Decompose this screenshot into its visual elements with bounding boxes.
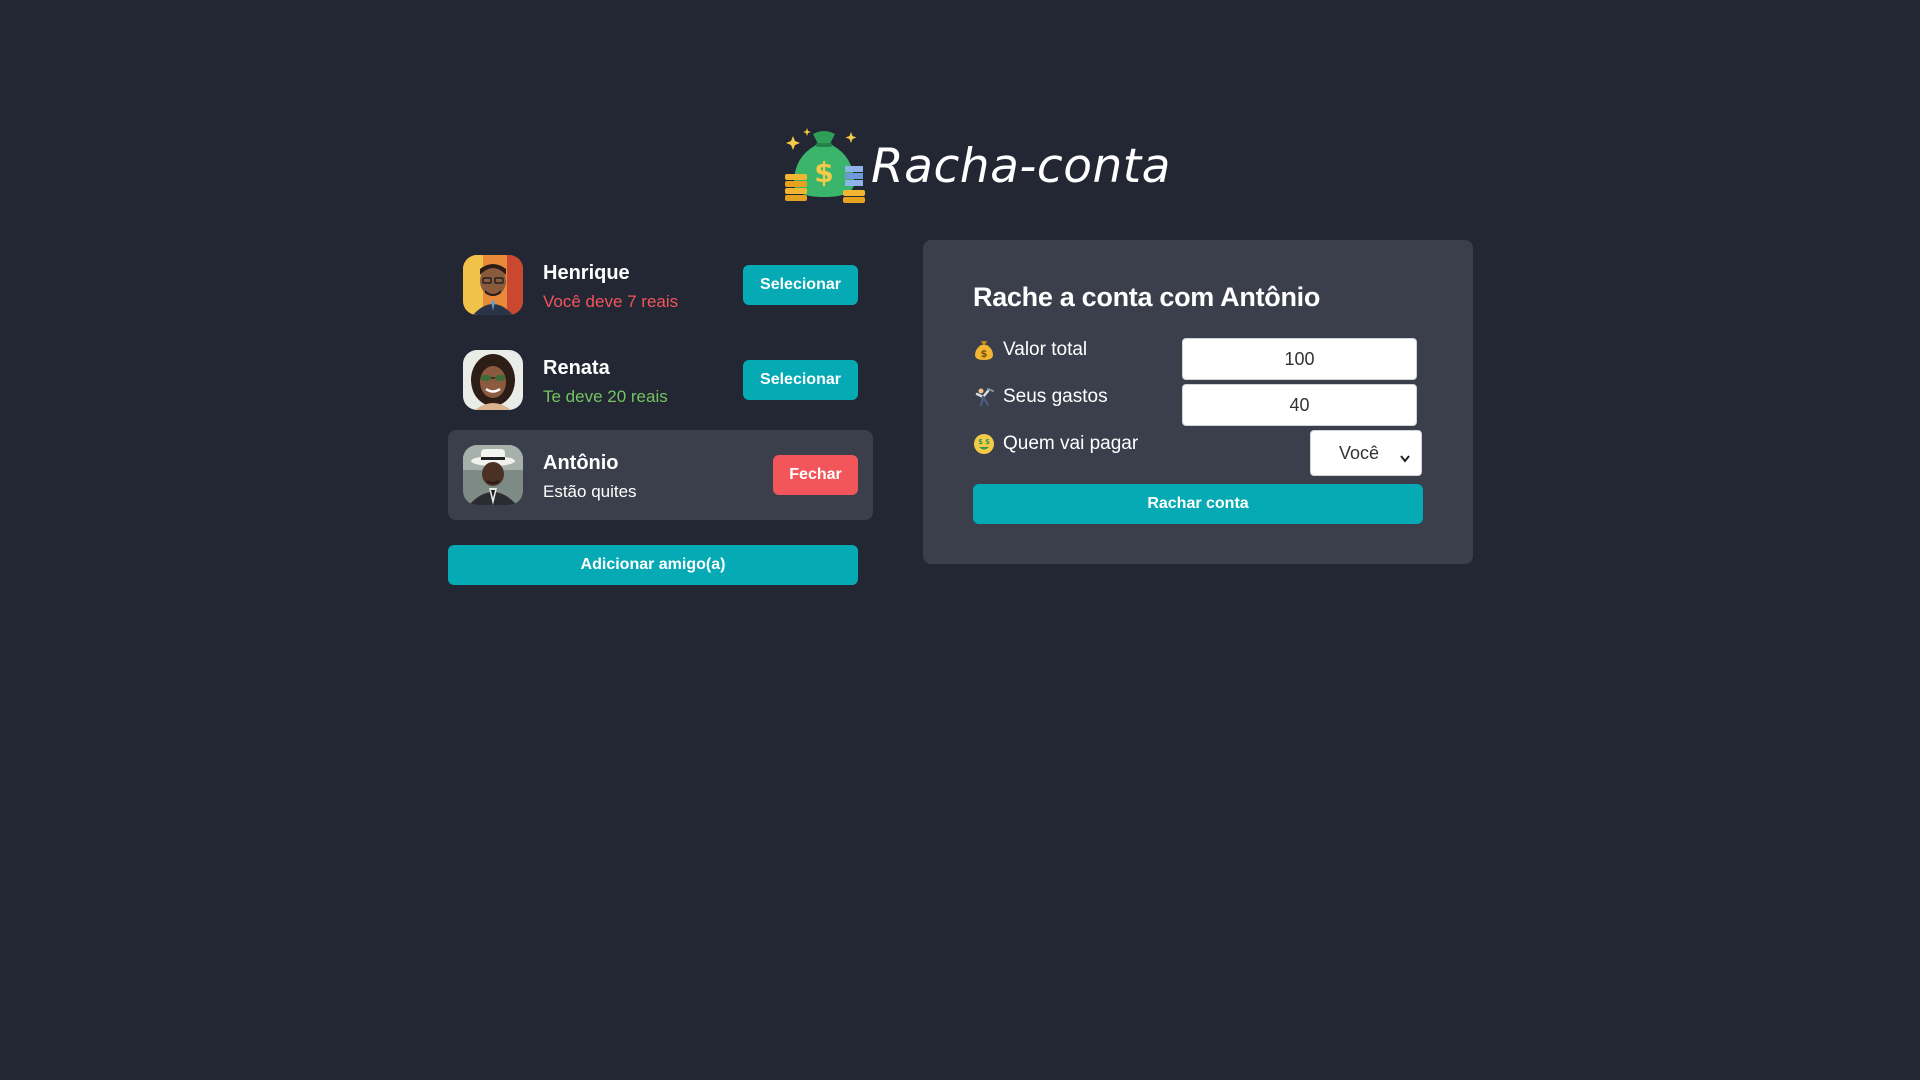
add-friend-button[interactable]: Adicionar amigo(a) bbox=[448, 545, 858, 585]
select-friend-button[interactable]: Selecionar bbox=[743, 360, 858, 400]
split-bill-form: Rache a conta com Antônio $ Valor total bbox=[923, 240, 1473, 564]
total-value-input[interactable] bbox=[1182, 338, 1417, 380]
your-expenses-label-text: Seus gastos bbox=[1003, 386, 1108, 407]
money-bag-icon: $ bbox=[973, 339, 995, 361]
your-expenses-label: Seus gastos bbox=[973, 386, 1108, 408]
money-face-icon: $ $ bbox=[973, 433, 995, 455]
split-form-title: Rache a conta com Antônio bbox=[973, 282, 1321, 312]
svg-text:$: $ bbox=[985, 438, 990, 446]
money-bag-icon: $ bbox=[783, 124, 865, 206]
close-friend-button[interactable]: Fechar bbox=[773, 455, 858, 495]
person-lifting-icon bbox=[973, 386, 995, 408]
friend-balance-status: Você deve 7 reais bbox=[543, 292, 679, 311]
your-expenses-input[interactable] bbox=[1182, 384, 1417, 426]
friend-item-renata: Renata Te deve 20 reais Selecionar bbox=[448, 335, 873, 425]
svg-text:$: $ bbox=[814, 156, 833, 189]
who-pays-label: $ $ Quem vai pagar bbox=[973, 433, 1138, 455]
friend-name: Antônio bbox=[543, 452, 619, 474]
svg-text:$: $ bbox=[978, 438, 983, 446]
who-pays-selected-value: Você bbox=[1338, 442, 1380, 463]
split-bill-button[interactable]: Rachar conta bbox=[973, 484, 1423, 524]
friend-name: Henrique bbox=[543, 262, 630, 284]
friend-item-antonio: Antônio Estão quites Fechar bbox=[448, 430, 873, 520]
friend-name: Renata bbox=[543, 357, 610, 379]
svg-text:$: $ bbox=[981, 349, 988, 360]
who-pays-label-text: Quem vai pagar bbox=[1003, 433, 1139, 454]
friend-balance-status: Estão quites bbox=[543, 482, 637, 501]
app-logo: $ Racha-conta bbox=[783, 124, 1171, 206]
chevron-down-icon bbox=[1399, 448, 1411, 463]
avatar bbox=[463, 350, 523, 410]
app-page: $ Racha-conta Henrique Você deve 7 reais… bbox=[0, 0, 1920, 1080]
avatar bbox=[463, 445, 523, 505]
avatar bbox=[463, 255, 523, 315]
who-pays-select[interactable]: Você bbox=[1310, 430, 1422, 476]
friend-balance-status: Te deve 20 reais bbox=[543, 387, 668, 406]
select-friend-button[interactable]: Selecionar bbox=[743, 265, 858, 305]
friend-item-henrique: Henrique Você deve 7 reais Selecionar bbox=[448, 240, 873, 330]
total-value-label: $ Valor total bbox=[973, 339, 1087, 361]
friends-list: Henrique Você deve 7 reais Selecionar Re… bbox=[448, 240, 873, 525]
app-title: Racha-conta bbox=[871, 138, 1171, 194]
total-value-label-text: Valor total bbox=[1003, 339, 1088, 360]
